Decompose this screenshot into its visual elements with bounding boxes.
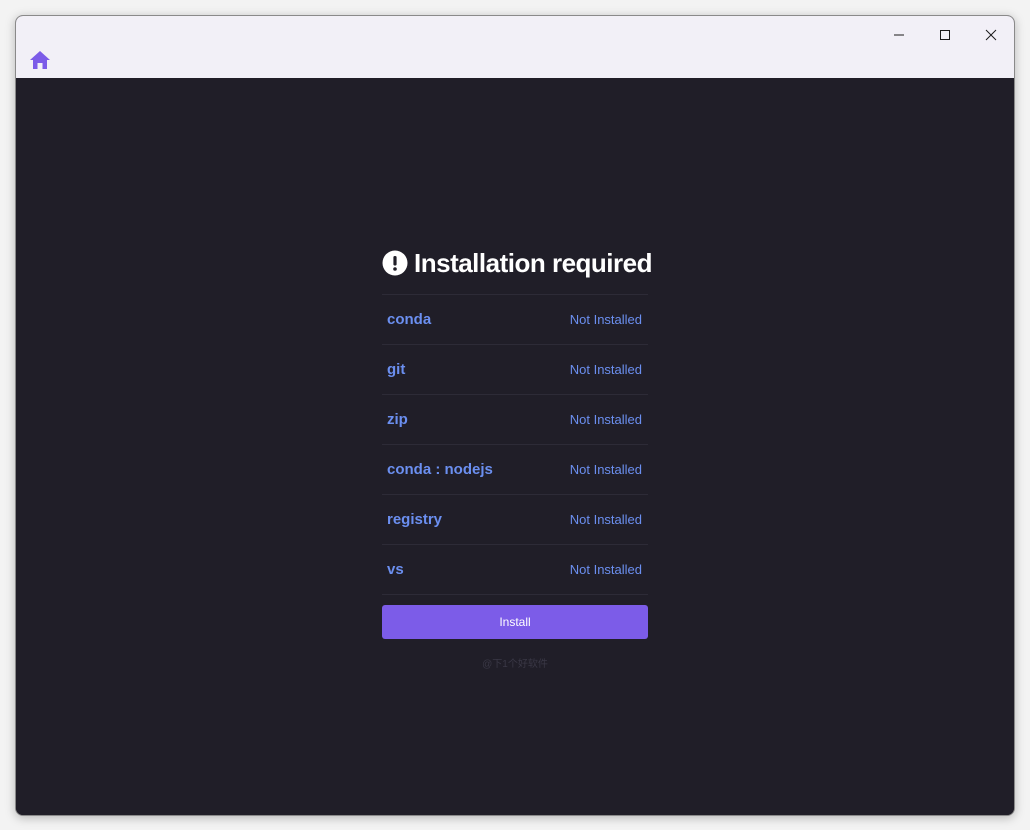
requirement-status: Not Installed — [569, 512, 642, 527]
title-bar — [16, 16, 1014, 78]
maximize-icon — [940, 30, 950, 40]
page-heading: Installation required — [382, 246, 653, 280]
requirement-name: registry — [387, 511, 443, 528]
requirement-row: zip Not Installed — [382, 395, 648, 445]
close-button[interactable] — [968, 20, 1014, 50]
requirement-status: Not Installed — [569, 362, 642, 377]
requirement-name: zip — [387, 411, 408, 428]
requirements-list: conda Not Installed git Not Installed zi… — [382, 294, 648, 595]
watermark: @下1个好软件 — [482, 659, 548, 670]
requirement-status: Not Installed — [569, 462, 642, 477]
requirement-row: vs Not Installed — [382, 545, 648, 595]
main-content: Installation required conda Not Installe… — [16, 78, 1014, 815]
home-icon — [30, 51, 50, 69]
page-title: Installation required — [414, 247, 653, 278]
app-window: Installation required conda Not Installe… — [15, 15, 1015, 816]
requirement-name: vs — [387, 561, 404, 578]
installation-panel: Installation required conda Not Installe… — [382, 246, 653, 670]
requirement-row: conda : nodejs Not Installed — [382, 445, 648, 495]
requirement-name: conda — [387, 311, 432, 328]
requirement-status: Not Installed — [569, 412, 642, 427]
requirement-name: conda : nodejs — [387, 461, 493, 478]
close-icon — [985, 29, 997, 41]
requirement-row: conda Not Installed — [382, 295, 648, 345]
requirement-row: registry Not Installed — [382, 495, 648, 545]
exclamation-circle-icon — [382, 250, 408, 276]
requirement-row: git Not Installed — [382, 345, 648, 395]
minimize-button[interactable] — [876, 20, 922, 50]
maximize-button[interactable] — [922, 20, 968, 50]
install-button[interactable]: Install — [382, 605, 648, 639]
requirement-status: Not Installed — [569, 312, 642, 327]
requirement-status: Not Installed — [569, 562, 642, 577]
requirement-name: git — [387, 361, 406, 378]
minimize-icon — [894, 34, 904, 36]
home-button[interactable] — [29, 50, 51, 70]
